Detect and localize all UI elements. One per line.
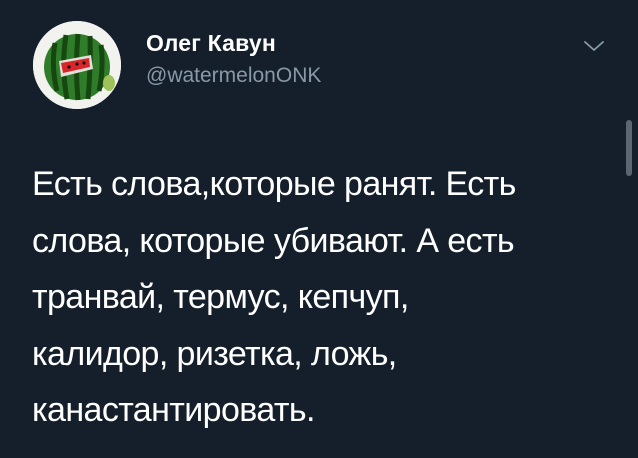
- chevron-down-icon[interactable]: [582, 38, 606, 54]
- tweet-text-line: калидор, ризетка, ложь,: [32, 334, 397, 373]
- username-handle[interactable]: @watermelonONK: [146, 64, 321, 88]
- tweet-text-line: слова, которые убивают. А есть: [32, 221, 515, 260]
- watermelon-icon: [33, 21, 121, 109]
- display-name[interactable]: Олег Кавун: [146, 30, 276, 57]
- tweet-text-line: транвай, термус, кепчуп,: [32, 278, 409, 316]
- avatar[interactable]: [33, 21, 121, 109]
- scrollbar[interactable]: [626, 120, 632, 176]
- tweet-text-line: канастантировать.: [32, 391, 315, 429]
- tweet-card: Олег Кавун @watermelonONK Есть слова,кот…: [0, 0, 638, 458]
- tweet-text-line: Есть слова,которые ранят. Есть: [32, 165, 516, 203]
- tweet-text: Есть слова,которые ранят. Есть слова, ко…: [32, 156, 612, 439]
